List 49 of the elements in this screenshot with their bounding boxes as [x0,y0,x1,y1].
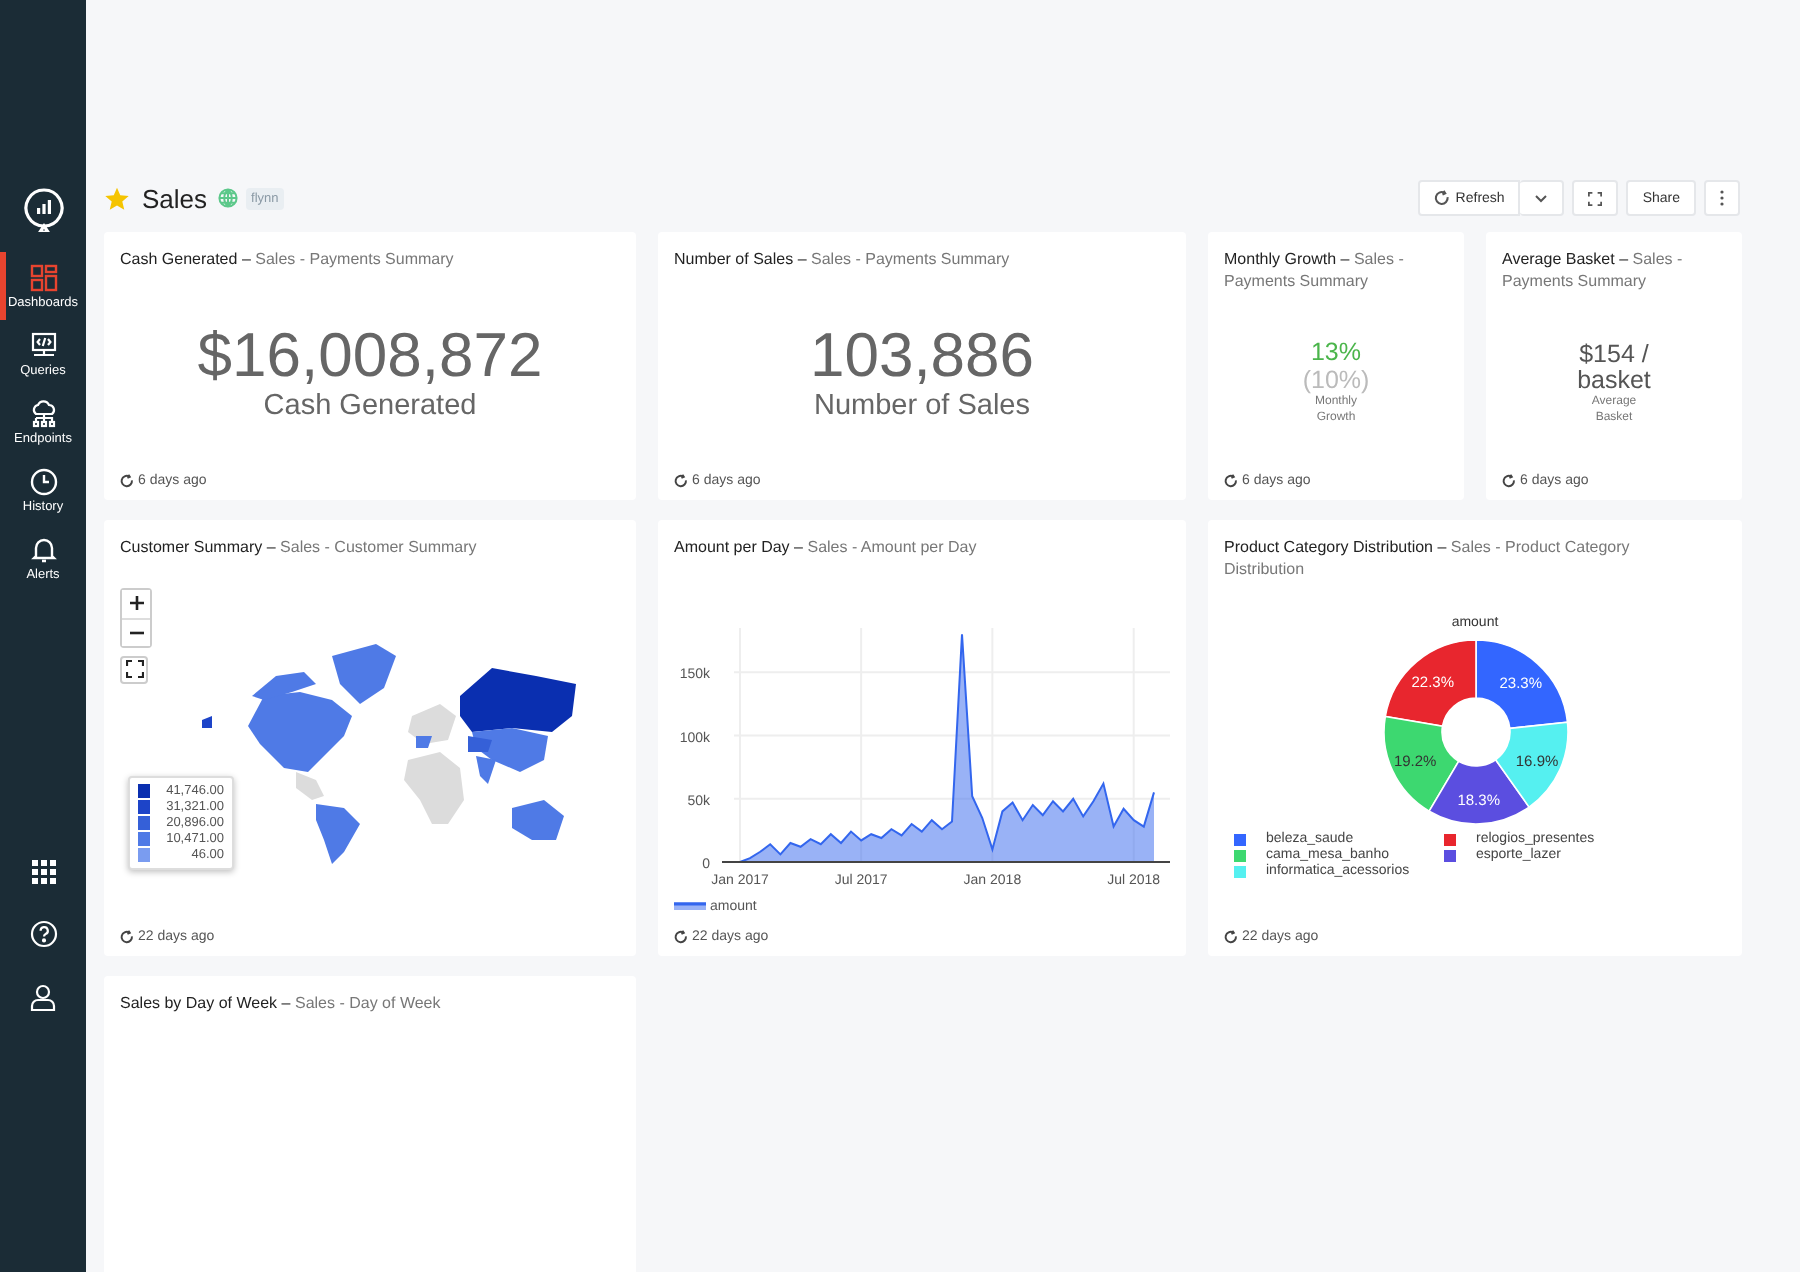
donut-slice [1383,639,1476,728]
dashboard-title: Sales [142,183,208,213]
counter-value: $154 / basket [1575,341,1653,393]
refresh-icon [674,474,688,488]
legend-swatch [1444,833,1456,845]
legend-swatch [1234,865,1246,877]
globe-icon [217,188,238,208]
clock-icon [29,468,57,496]
refresh-icon [674,930,688,944]
caret-icon [1534,193,1549,203]
user-icon[interactable] [30,984,56,1012]
code-screen-icon [29,332,57,360]
legend-line-icon [674,902,706,910]
refresh-icon [1502,474,1516,488]
refresh-icon [1433,190,1450,206]
widget-title: Amount per Day – Sales - Amount per Day [674,538,979,559]
dashboard-icon [29,264,57,292]
help-icon[interactable] [29,920,57,948]
widget-title: Sales by Day of Week – Sales - Day of Week [120,994,443,1015]
star-icon[interactable] [104,185,130,211]
zoom-out-button[interactable] [122,617,150,645]
counter-value: 13% [1308,340,1364,366]
widget-title: Product Category Distribution – Sales - Product Category Distribution [1224,538,1632,580]
widget-title: Average Basket – Sales - Payments Summary [1502,250,1685,292]
refresh-icon [120,930,134,944]
widget-title: Monthly Growth – Sales - Payments Summary [1224,250,1406,292]
legend-swatch [1234,833,1246,845]
logo-icon[interactable] [23,188,63,232]
cloud-network-icon [29,400,57,428]
legend-swatch [1444,849,1456,861]
plus-icon [129,596,143,610]
widget-title: Customer Summary – Sales - Customer Summary [120,538,479,559]
refresh-icon [1224,474,1238,488]
counter-target: (10%) [1302,366,1370,394]
counter-value: $16,008,872 [197,322,543,391]
apps-grid-icon[interactable] [31,860,55,884]
counter-label: Cash Generated [263,390,477,423]
bell-icon [29,536,57,564]
fullscreen-icon [1588,191,1603,205]
widget-title: Number of Sales – Sales - Payments Summary [674,250,1012,271]
legend-swatch [1234,849,1246,861]
fullscreen-icon [125,660,143,678]
counter-value: 103,886 [809,322,1035,391]
refresh-icon [120,474,134,488]
donut-slice [1474,639,1568,730]
fullscreen-button[interactable] [120,655,148,683]
refresh-icon [1224,930,1238,944]
widget-title: Cash Generated – Sales - Payments Summary [120,250,456,271]
counter-label: Number of Sales [814,390,1030,423]
